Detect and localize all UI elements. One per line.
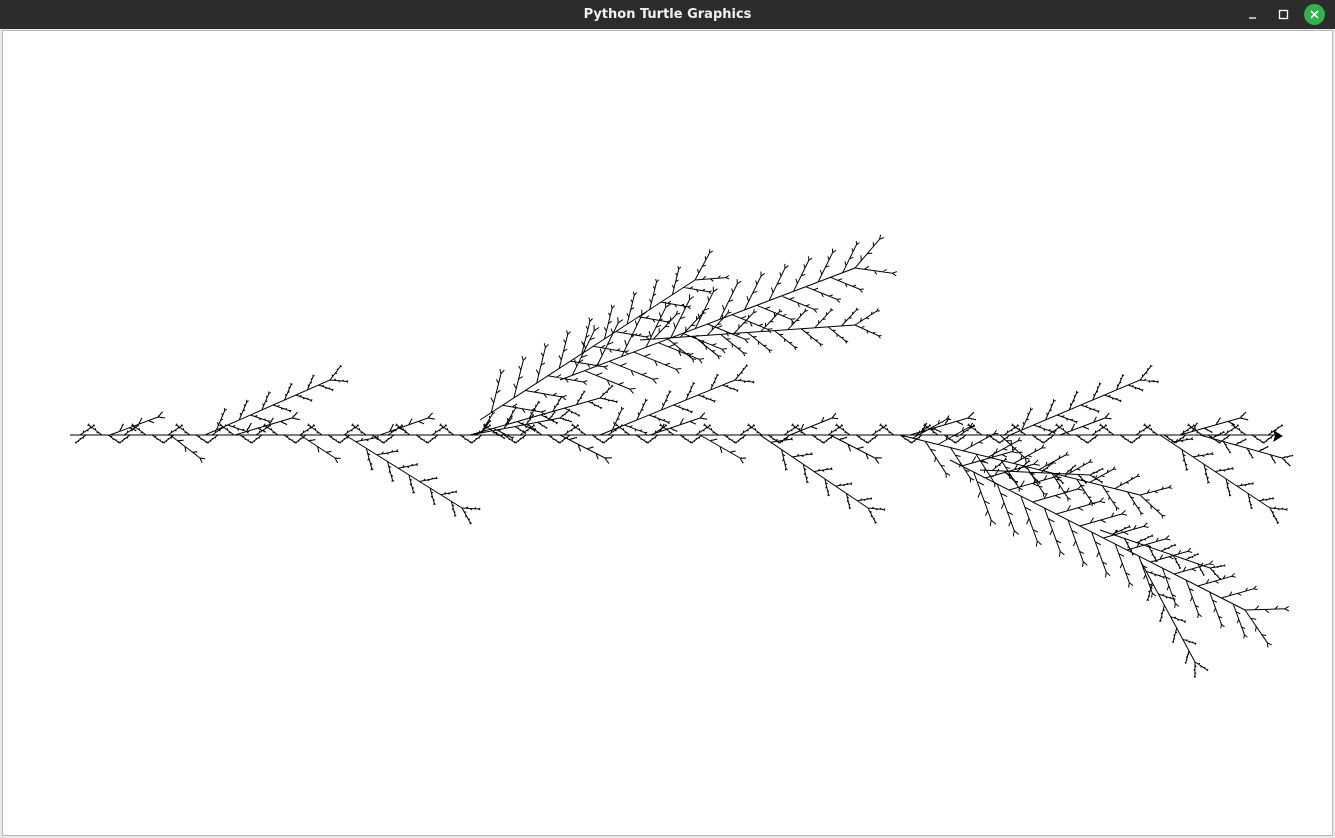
minimize-icon [1249,17,1256,19]
window-controls [1242,4,1325,25]
turtle-arrow-icon [1273,430,1283,442]
maximize-icon [1278,9,1289,20]
close-button[interactable] [1304,4,1325,25]
branch-strokes [70,234,1294,678]
fractal-tree-branches [70,234,1294,678]
turtle-window: Python Turtle Graphics [0,0,1335,838]
maximize-button[interactable] [1273,4,1294,25]
close-icon [1310,10,1319,19]
window-title: Python Turtle Graphics [583,7,752,22]
turtle-canvas[interactable] [2,30,1333,836]
fractal-drawing [70,234,1294,678]
minimize-button[interactable] [1242,4,1263,25]
title-bar[interactable]: Python Turtle Graphics [0,0,1335,29]
